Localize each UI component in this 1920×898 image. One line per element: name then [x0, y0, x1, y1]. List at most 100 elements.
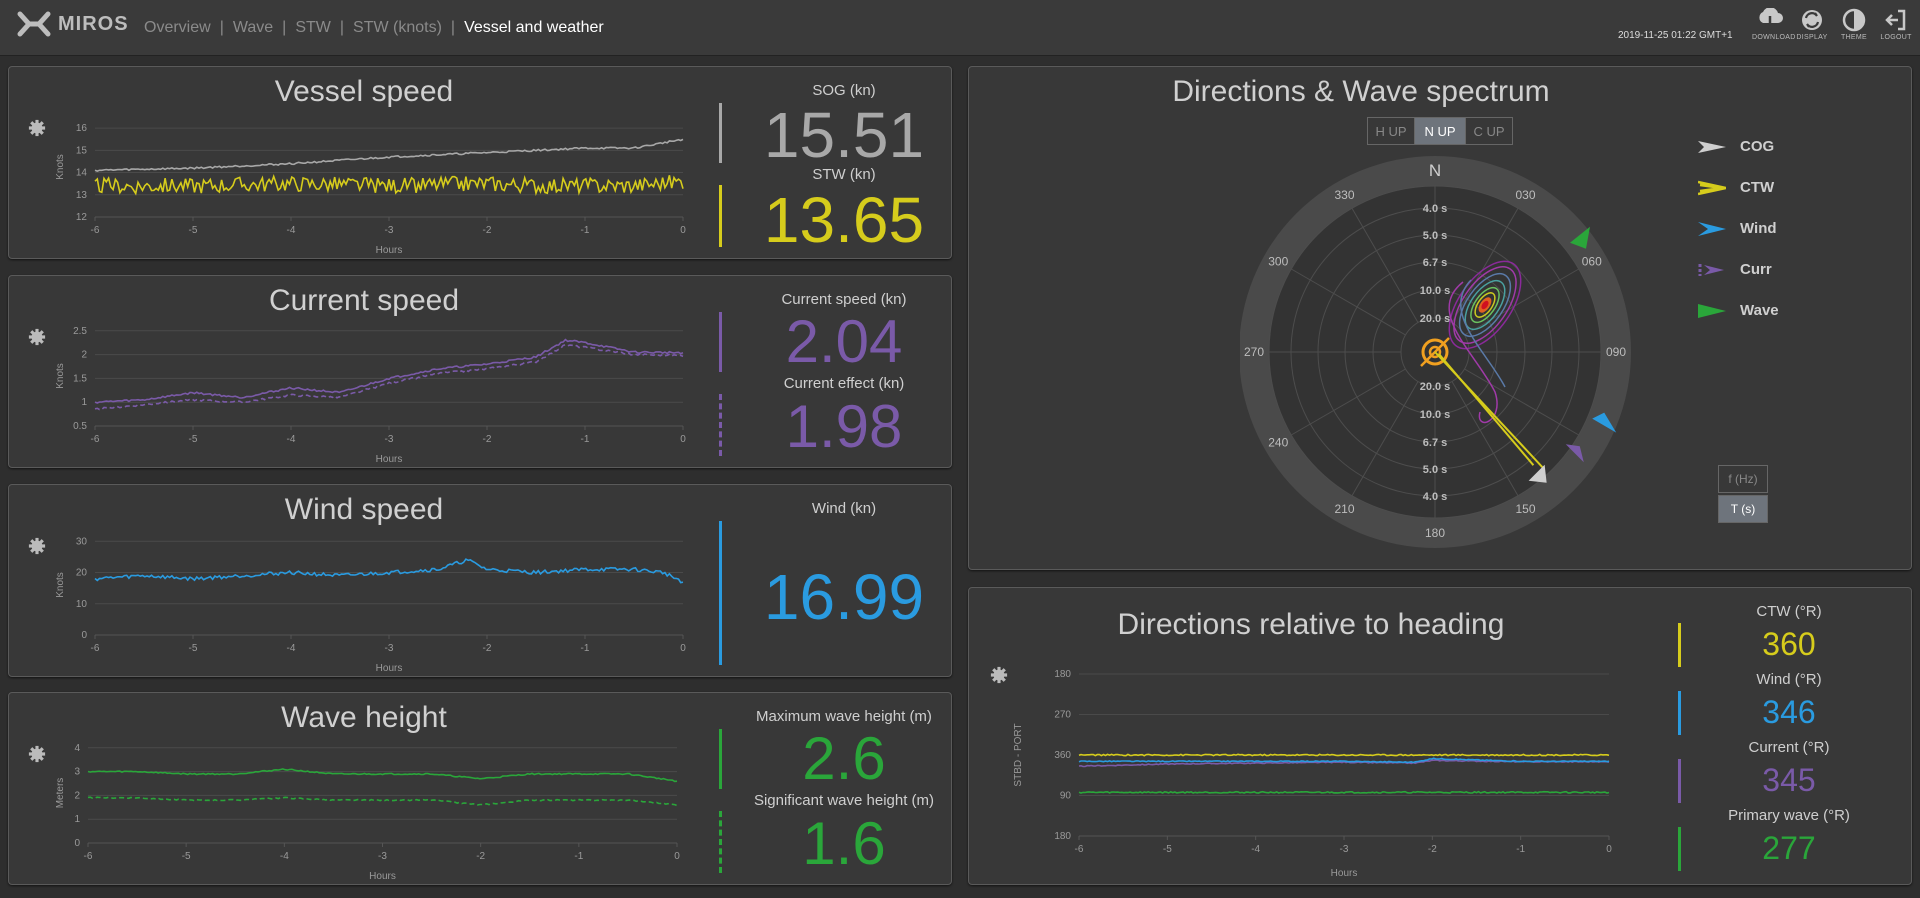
main-nav: Overview | Wave | STW | STW (knots) | Vessel and… [144, 19, 604, 36]
nav-vessel-and-weather[interactable]: Vessel and weather [464, 19, 604, 36]
wave-height-panel: Wave height 0 1 2 3 4 -6 -5 -4 -3 -2 -1 0 Hours Meter… [8, 692, 952, 885]
x-tick-label: -2 [483, 434, 492, 445]
direction-polar-chart[interactable]: 030 060 090 150 180 210 240 270 300 330 N 4.0 s 4.0 … [1240, 150, 1640, 550]
ctw-rel-label: CTW (°R) [1756, 603, 1822, 620]
current-rel-bar [1678, 759, 1681, 803]
c-up-button[interactable]: C UP [1465, 117, 1513, 145]
directions-legend: COG CTW Wind Curr Wave [1698, 126, 1779, 331]
nav-stw-knots[interactable]: STW (knots) [353, 19, 442, 36]
series-maximum-wave-height [87, 768, 678, 783]
x-axis-label: Hours [376, 454, 403, 465]
brand-name: MIROS [58, 12, 129, 35]
bearing-label: 270 [1244, 345, 1264, 359]
x-axis-label: Hours [376, 245, 403, 256]
display-icon [1802, 10, 1822, 30]
y-axis-label: Knots [55, 572, 66, 598]
legend-cog-label: COG [1740, 138, 1775, 155]
bearing-label: 210 [1334, 502, 1354, 516]
y-axis-label: Knots [55, 363, 66, 389]
legend-cog: COG [1698, 126, 1779, 167]
sog-bar [719, 103, 722, 163]
current-arrow-icon [1698, 263, 1724, 276]
current-effect-bar [719, 394, 722, 456]
x-axis-label: Hours [376, 663, 403, 674]
x-tick-label: 0 [680, 434, 686, 445]
display-button[interactable]: DISPLAY [1794, 8, 1830, 41]
current-effect-label: Current effect (kn) [783, 375, 905, 392]
relative-directions-chart[interactable]: 180 270 360 90 180 -6 -5 -4 -3 -2 -1 0 Hours STBD - P… [987, 658, 1627, 880]
x-tick-label: -5 [1163, 844, 1172, 855]
x-tick-label: -1 [574, 851, 583, 862]
max-wave-value: 2.6 [802, 725, 886, 792]
y-tick-label: 3 [74, 767, 80, 778]
x-tick-label: 0 [674, 851, 680, 862]
n-up-button[interactable]: N UP [1414, 117, 1466, 145]
x-tick-label: -1 [581, 434, 590, 445]
x-tick-label: -4 [1251, 844, 1260, 855]
y-tick-label: 12 [76, 212, 88, 223]
x-tick-label: -2 [1428, 844, 1437, 855]
brand-logo[interactable]: MIROS [16, 11, 129, 37]
download-button[interactable]: DOWNLOAD [1752, 8, 1795, 41]
period-label: 5.0 s [1423, 464, 1447, 476]
wave-rel-label: Primary wave (°R) [1728, 807, 1850, 824]
y-tick-label: 180 [1054, 669, 1071, 680]
x-tick-label: -1 [1516, 844, 1525, 855]
x-tick-label: -3 [385, 434, 394, 445]
legend-ctw: CTW [1698, 167, 1779, 208]
nav-overview[interactable]: Overview [144, 19, 211, 36]
legend-wave: Wave [1698, 290, 1779, 331]
nav-wave[interactable]: Wave [233, 19, 273, 36]
x-tick-label: -4 [287, 225, 296, 236]
wave-height-chart[interactable]: 0 1 2 3 4 -6 -5 -4 -3 -2 -1 0 Hours Meters [33, 733, 693, 883]
y-tick-label: 90 [1060, 791, 1072, 802]
current-rel-value: 345 [1762, 762, 1816, 798]
x-tick-label: -6 [91, 225, 100, 236]
bearing-label: 330 [1334, 188, 1354, 202]
x-tick-label: -3 [378, 851, 387, 862]
period-label: 4.0 s [1423, 491, 1447, 503]
ctw-rel-value: 360 [1762, 626, 1816, 662]
logout-icon [1885, 9, 1906, 31]
bearing-label: 180 [1425, 526, 1445, 540]
bearing-label: 090 [1606, 345, 1626, 359]
ctw-arrow-icon [1698, 180, 1726, 195]
wave-rel-bar [1678, 827, 1681, 871]
y-tick-label: 2.5 [73, 326, 87, 337]
x-tick-label: -1 [581, 225, 590, 236]
x-tick-label: -4 [287, 643, 296, 654]
directions-title: Directions & Wave spectrum [1172, 75, 1550, 108]
logout-button[interactable]: LOGOUT [1878, 8, 1914, 41]
vessel-speed-panel: Vessel speed 12 13 14 15 16 -6 -5 -4 -3 -2 -1 0 Hour… [8, 66, 952, 259]
current-speed-title: Current speed [268, 284, 460, 317]
y-tick-label: 15 [76, 145, 88, 156]
vessel-speed-chart[interactable]: 12 13 14 15 16 -6 -5 -4 -3 -2 -1 0 Hours Knots [33, 107, 693, 257]
y-tick-label: 4 [74, 743, 80, 754]
bearing-label: 060 [1582, 255, 1602, 269]
ctw-rel-bar [1678, 623, 1681, 667]
toolbar: DOWNLOAD DISPLAY THEME LOGOUT [1752, 8, 1914, 41]
x-tick-label: -6 [1075, 844, 1084, 855]
h-up-button[interactable]: H UP [1367, 117, 1415, 145]
y-axis-label: Meters [55, 778, 66, 809]
wind-arrow-icon [1698, 221, 1726, 236]
y-tick-label: 180 [1054, 831, 1071, 842]
y-tick-label: 0 [81, 630, 87, 641]
wind-speed-title: Wind speed [284, 493, 444, 526]
frequency-unit-button[interactable]: f (Hz) [1718, 465, 1768, 493]
sog-value: 15.51 [763, 99, 925, 171]
nav-stw[interactable]: STW [295, 19, 331, 36]
theme-button[interactable]: THEME [1836, 8, 1872, 41]
y-tick-label: 360 [1054, 750, 1071, 761]
x-tick-label: 0 [1606, 844, 1612, 855]
wind-speed-chart[interactable]: 0 10 20 30 -6 -5 -4 -3 -2 -1 0 Hours Knots [33, 525, 693, 675]
relative-title: Directions relative to heading [1117, 608, 1505, 641]
max-wave-label: Maximum wave height (m) [756, 708, 932, 725]
y-tick-label: 10 [76, 599, 88, 610]
x-tick-label: -6 [91, 643, 100, 654]
series-current-speed [94, 338, 684, 404]
current-speed-label: Current speed (kn) [781, 291, 907, 308]
x-tick-label: -6 [91, 434, 100, 445]
current-speed-chart[interactable]: 0.5 1 1.5 2 2.5 -6 -5 -4 -3 -2 -1 0 Hours Knots [33, 316, 693, 466]
period-unit-button[interactable]: T (s) [1718, 495, 1768, 523]
